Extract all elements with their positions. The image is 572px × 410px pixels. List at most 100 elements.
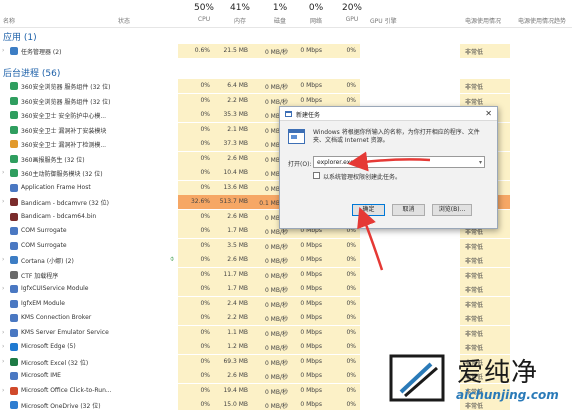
run-window-icon (288, 129, 305, 144)
command-value: explorer.exe (317, 159, 354, 166)
process-row[interactable]: › Cortana (小娜) (2) ⌽ 0% 2.6 MB 0 MB/秒 0 Mbps 0%… (0, 253, 572, 267)
gpu-value: 0% (346, 47, 356, 54)
disk-value: 0 MB/秒 (264, 84, 288, 91)
memory-value: 1.7 MB (227, 227, 248, 234)
excel-icon (10, 357, 18, 366)
chevron-right-icon[interactable]: › (2, 47, 4, 54)
memory-value: 15.0 MB (223, 401, 248, 408)
column-status[interactable]: 状态 (118, 0, 148, 28)
dialog-titlebar[interactable]: 新建任务 ✕ (280, 107, 497, 121)
watermark: 爱纯净 aichunjing.com (385, 350, 569, 408)
process-row[interactable]: IgfxEM Module 0% 2.4 MB 0 MB/秒 0 Mbps 0% 非常低 (0, 296, 572, 311)
360-icon (10, 140, 18, 148)
memory-value: 1.2 MB (227, 343, 248, 350)
360-icon (10, 125, 18, 134)
chevron-right-icon[interactable]: › (2, 198, 4, 205)
chevron-right-icon[interactable]: › (2, 358, 4, 365)
column-name[interactable]: 名称 (3, 0, 43, 28)
column-disk[interactable]: 1% 磁盘 (264, 0, 296, 28)
process-name: 360安全卫士 漏洞补丁检测模... (21, 142, 107, 149)
cpu-value: 0% (200, 169, 210, 176)
process-row[interactable]: › 任务管理器 (2) 0.6% 21.5 MB 0 MB/秒 0 Mbps 0% 非常低 (0, 44, 572, 58)
disk-value: 0 MB/秒 (264, 258, 288, 265)
chevron-right-icon[interactable]: › (2, 387, 4, 394)
process-row[interactable]: › IgfxCUIService Module 0% 1.7 MB 0 MB/秒 0 Mb… (0, 282, 572, 296)
memory-value: 35.3 MB (223, 111, 248, 118)
chevron-right-icon[interactable]: › (2, 343, 4, 350)
cpu-value: 0% (200, 125, 210, 133)
process-name: 360安全浏览器 服务组件 (32 位) (21, 98, 111, 106)
chevron-right-icon[interactable]: › (2, 169, 4, 176)
network-value: 0 Mbps (300, 241, 322, 249)
column-memory[interactable]: 41% 内存 (224, 0, 256, 28)
watermark-url: aichunjing.com (456, 388, 559, 402)
cortana-icon (10, 256, 18, 264)
process-name: COM Surrogate (21, 227, 67, 234)
browse-button[interactable]: 浏览(B)... (432, 204, 472, 216)
cpu-value: 0% (200, 212, 210, 220)
process-row[interactable]: KMS Connection Broker 0% 2.2 MB 0 MB/秒 0 Mbp… (0, 311, 572, 325)
edge-icon (10, 343, 18, 351)
disk-value: 0 MB/秒 (264, 272, 288, 280)
chevron-down-icon[interactable]: ▾ (479, 159, 482, 166)
memory-value: 2.2 MB (227, 314, 248, 321)
column-gpu-engine[interactable]: GPU 引擎 (370, 0, 430, 28)
memory-value: 19.4 MB (223, 386, 248, 394)
column-header: 名称 状态 50% CPU 41% 内存 1% 磁盘 0% 网络 20% GPU… (0, 0, 572, 28)
chevron-right-icon[interactable]: › (2, 285, 4, 292)
gpu-value: 0% (346, 401, 356, 408)
column-cpu[interactable]: 50% CPU (188, 0, 220, 28)
disk-value: 0 MB/秒 (264, 301, 288, 309)
process-name: Bandicam - bdcam64.bin (21, 212, 97, 220)
column-network[interactable]: 0% 网络 (300, 0, 332, 28)
process-row[interactable]: COM Surrogate 0% 3.5 MB 0 MB/秒 0 Mbps 0% 非常低 (0, 238, 572, 253)
column-status-label: 状态 (118, 18, 131, 25)
close-icon[interactable]: ✕ (485, 109, 492, 118)
memory-value: 10.4 MB (223, 169, 248, 176)
network-value: 0 Mbps (300, 270, 322, 278)
admin-checkbox[interactable] (313, 172, 320, 179)
cpu-value: 0% (200, 299, 210, 307)
disk-value: 0 MB/秒 (264, 374, 288, 381)
process-row[interactable]: 360安全浏览器 服务组件 (32 位) 0% 6.4 MB 0 MB/秒 0 Mbps… (0, 79, 572, 93)
cpu-value: 32.6% (190, 198, 210, 205)
memory-value: 2.6 MB (227, 212, 248, 220)
gpu-value: 0% (346, 256, 356, 263)
360-icon (10, 154, 18, 163)
column-gpu[interactable]: 20% GPU (336, 0, 368, 28)
onedrive-icon (10, 401, 18, 409)
com-icon (10, 241, 18, 250)
ok-button[interactable]: 确定 (352, 204, 385, 216)
cancel-button[interactable]: 取消 (392, 204, 425, 216)
gpu-value: 0% (346, 343, 356, 350)
memory-value: 13.6 MB (223, 183, 248, 191)
memory-value: 11.7 MB (223, 270, 248, 278)
column-power[interactable]: 电源使用情况 (465, 0, 513, 28)
disk-label: 磁盘 (273, 18, 286, 25)
network-value: 0 Mbps (300, 343, 322, 350)
power-value: 非常低 (465, 287, 484, 294)
network-value: 0 Mbps (300, 299, 322, 307)
chevron-right-icon[interactable]: › (2, 256, 4, 263)
power-value: 非常低 (465, 243, 484, 251)
process-row[interactable]: › KMS Server Emulator Service 0% 1.1 MB 0 MB… (0, 325, 572, 340)
new-task-dialog: 新建任务 ✕ Windows 将根据你所输入的名称，为你打开相应的程序、文件夹、… (279, 106, 498, 229)
column-power-trend[interactable]: 电源使用情况趋势 (518, 0, 570, 28)
dialog-description: Windows 将根据你所输入的名称，为你打开相应的程序、文件夹、文档或 Int… (313, 129, 480, 144)
network-value: 0 Mbps (300, 96, 322, 104)
360-icon (10, 169, 18, 177)
process-row[interactable]: CTF 加载程序 0% 11.7 MB 0 MB/秒 0 Mbps 0% 非常低 (0, 267, 572, 282)
memory-value: 6.4 MB (227, 82, 248, 89)
cpu-value: 0% (200, 241, 210, 249)
chevron-right-icon[interactable]: › (2, 329, 4, 336)
bandicam-icon (10, 198, 18, 206)
disk-value: 0 MB/秒 (264, 49, 288, 56)
network-label: 网络 (309, 18, 322, 25)
suspended-leaf-icon: ⌽ (170, 255, 175, 263)
power-value: 非常低 (465, 258, 484, 265)
kms-icon (10, 314, 18, 322)
process-name: Application Frame Host (21, 183, 91, 191)
power-value: 非常低 (465, 272, 484, 280)
command-input[interactable]: explorer.exe ▾ (313, 156, 485, 168)
cpu-value: 0% (200, 314, 210, 321)
